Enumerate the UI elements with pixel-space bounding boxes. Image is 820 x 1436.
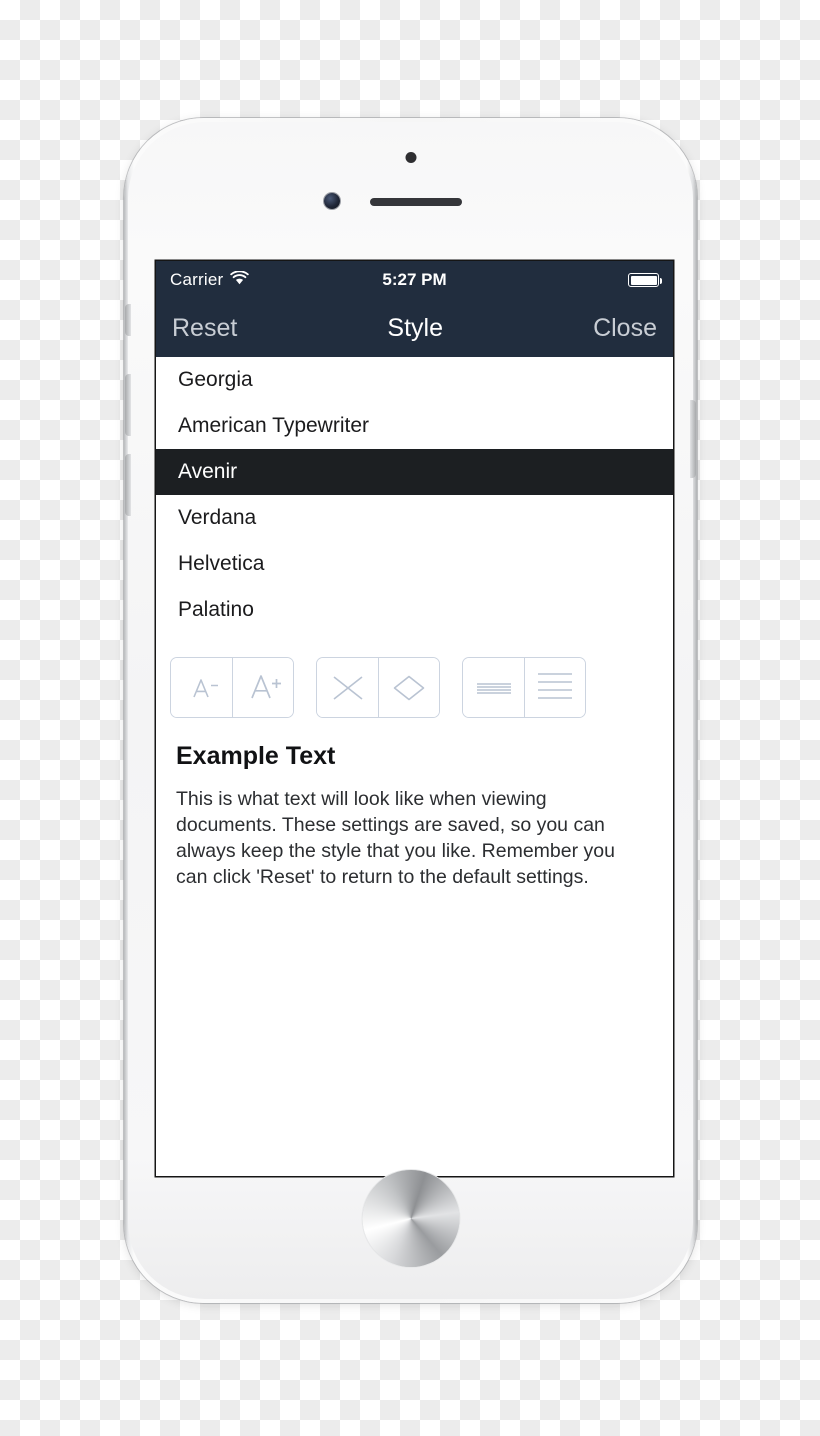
font-size-group <box>170 657 294 718</box>
status-bar-left: Carrier <box>170 270 250 290</box>
font-list-item-label: American Typewriter <box>178 414 370 437</box>
font-list-item-georgia[interactable]: Georgia <box>156 357 673 403</box>
status-bar-right <box>628 273 662 287</box>
earpiece-speaker-icon <box>370 198 462 206</box>
example-heading: Example Text <box>176 742 336 770</box>
page-title: Style <box>387 313 443 342</box>
volume-down-button[interactable] <box>125 454 131 516</box>
increase-font-size-button[interactable] <box>232 658 293 717</box>
font-list-item-label: Helvetica <box>178 552 265 575</box>
decrease-font-size-icon <box>182 673 222 703</box>
wifi-icon <box>230 270 250 290</box>
increase-font-size-icon <box>242 671 284 705</box>
proximity-sensor-icon <box>405 152 416 163</box>
wide-margins-icon <box>392 674 426 702</box>
narrow-margins-button[interactable] <box>317 658 378 717</box>
navigation-bar: Reset Style Close <box>156 299 673 357</box>
font-list-item-avenir[interactable]: Avenir <box>156 449 673 495</box>
volume-up-button[interactable] <box>125 374 131 436</box>
tight-line-spacing-button[interactable] <box>463 658 524 717</box>
power-button[interactable] <box>690 400 696 478</box>
battery-full-icon <box>628 273 662 287</box>
phone-device: Carrier 5:27 PM Reset Style Close Georgi… <box>124 118 697 1303</box>
font-list-item-palatino[interactable]: Palatino <box>156 587 673 633</box>
loose-line-spacing-button[interactable] <box>524 658 585 717</box>
font-list-item-american-typewriter[interactable]: American Typewriter <box>156 403 673 449</box>
style-controls <box>156 633 673 728</box>
font-list-item-label: Verdana <box>178 506 257 529</box>
close-button[interactable]: Close <box>593 314 657 343</box>
line-spacing-group <box>462 657 586 718</box>
font-list-item-helvetica[interactable]: Helvetica <box>156 541 673 587</box>
battery-fill <box>630 275 657 285</box>
font-list-item-label: Palatino <box>178 598 254 621</box>
mute-switch[interactable] <box>125 304 131 336</box>
phone-body: Carrier 5:27 PM Reset Style Close Georgi… <box>125 122 696 1299</box>
home-button[interactable] <box>362 1170 459 1267</box>
font-list-item-label: Georgia <box>178 368 253 391</box>
carrier-label: Carrier <box>170 270 224 289</box>
phone-screen: Carrier 5:27 PM Reset Style Close Georgi… <box>156 261 673 1176</box>
front-camera-icon <box>324 193 340 209</box>
example-text-block: Example Text This is what text will look… <box>156 728 673 891</box>
tight-line-spacing-icon <box>474 673 514 703</box>
reset-button[interactable]: Reset <box>172 314 237 343</box>
wide-margins-button[interactable] <box>378 658 439 717</box>
font-list: Georgia American Typewriter Avenir Verda… <box>156 357 673 633</box>
loose-line-spacing-icon <box>535 669 575 707</box>
example-body: This is what text will look like when vi… <box>176 788 615 888</box>
font-list-item-verdana[interactable]: Verdana <box>156 495 673 541</box>
decrease-font-size-button[interactable] <box>171 658 232 717</box>
margin-width-group <box>316 657 440 718</box>
font-list-item-label: Avenir <box>178 460 238 483</box>
narrow-margins-icon <box>331 674 365 702</box>
status-bar: Carrier 5:27 PM <box>156 261 673 299</box>
